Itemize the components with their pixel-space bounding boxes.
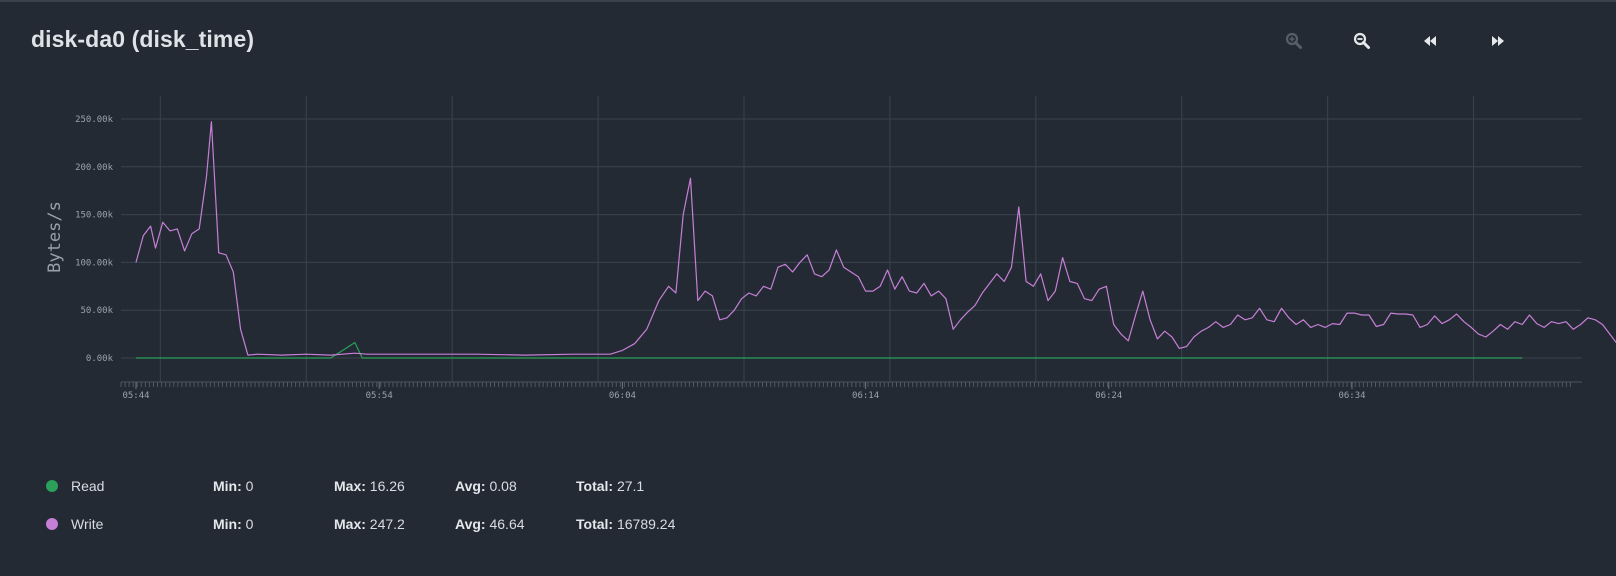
min-stat: Min: 0 [213,516,253,532]
stat-value: 0.08 [489,478,517,494]
avg-stat: Avg: 0.08 [455,478,517,494]
legend-name: Write [71,516,104,532]
chart-area[interactable]: 0.00k 50.00k 100.00k 150.00k 200.00k 250.00k 0… [0,0,1616,420]
stat-label: Min: [213,516,242,532]
stat-label: Avg: [455,516,486,532]
legend-name: Read [71,478,105,494]
stat-value: 247.2 [369,516,405,532]
read-color-dot [46,480,58,492]
x-tick-label: 06:14 [852,391,879,401]
x-tick-label: 06:24 [1095,391,1122,401]
max-stat: Max: 16.26 [334,478,405,494]
stat-label: Max: [334,478,366,494]
avg-stat: Avg: 46.64 [455,516,525,532]
stat-label: Max: [334,516,366,532]
stat-label: Total: [576,478,614,494]
series-line-read [136,341,1523,359]
series-line-write [135,121,1616,356]
stat-value: 0 [245,516,254,532]
stat-label: Avg: [455,478,486,494]
y-axis-label: Bytes/s [45,201,65,273]
x-tick-label: 05:44 [122,391,149,401]
y-tick-label: 150.00k [75,211,114,221]
max-stat: Max: 247.2 [334,516,405,532]
write-color-dot [46,518,58,530]
total-stat: Total: 16789.24 [576,516,675,532]
x-tick-label: 05:54 [366,391,393,401]
y-tick-label: 100.00k [75,258,114,268]
min-stat: Min: 0 [213,478,253,494]
stat-value: 0 [245,478,254,494]
stat-label: Total: [576,516,614,532]
y-tick-label: 50.00k [80,306,113,316]
x-tick-label: 06:34 [1338,391,1365,401]
y-tick-label: 0.00k [86,354,114,364]
stat-value: 16.26 [369,478,405,494]
x-tick-label: 06:04 [609,391,636,401]
y-tick-label: 250.00k [75,115,114,125]
stat-value: 16789.24 [616,516,676,532]
stat-value: 46.64 [489,516,525,532]
total-stat: Total: 27.1 [576,478,644,494]
stat-label: Min: [213,478,242,494]
y-tick-label: 200.00k [75,163,114,173]
stat-value: 27.1 [616,478,645,494]
